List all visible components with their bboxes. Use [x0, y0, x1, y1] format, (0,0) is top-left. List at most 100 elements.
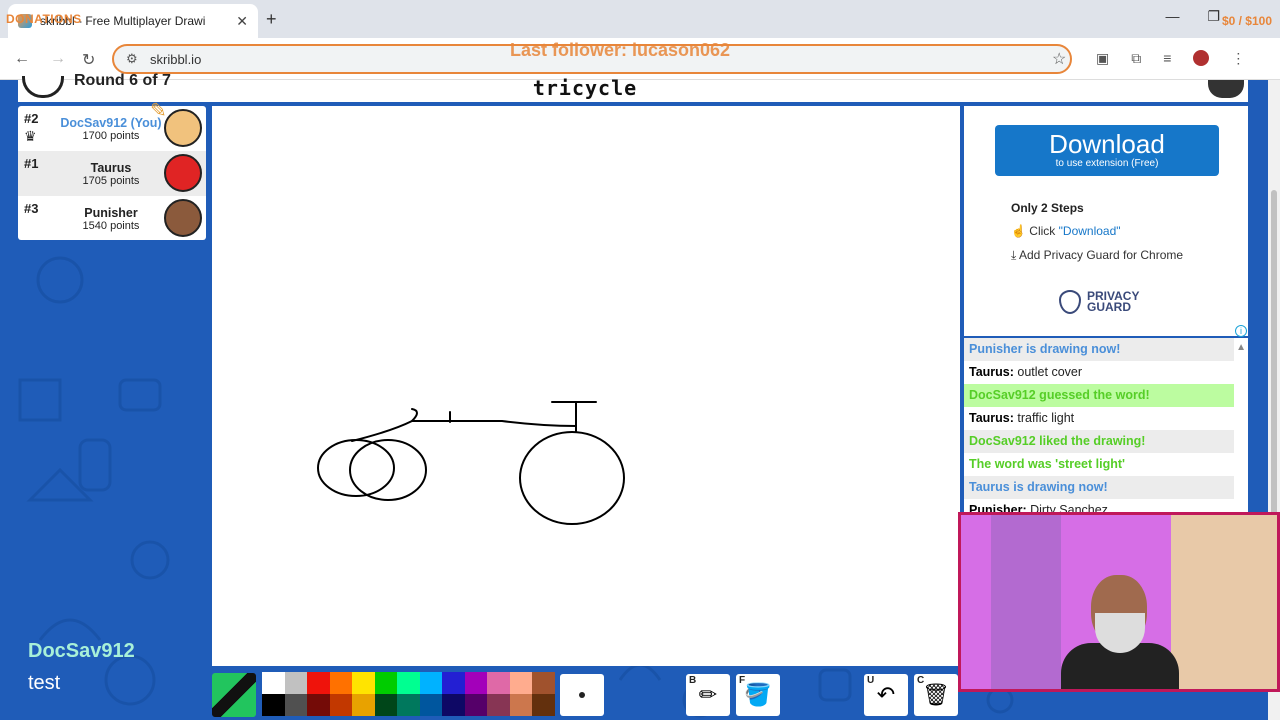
window-controls: — ❐ [1165, 8, 1220, 25]
color-swatch[interactable] [464, 694, 487, 716]
chat-text: traffic light [1013, 411, 1075, 425]
color-swatch[interactable] [397, 672, 420, 694]
player-name: Taurus [90, 160, 132, 175]
download-sublabel: to use extension (Free) [1055, 158, 1159, 169]
color-swatch[interactable] [284, 672, 307, 694]
color-swatch[interactable] [374, 672, 397, 694]
url-text: skribbl.io [150, 52, 202, 67]
player-points: 1700 points [82, 129, 140, 142]
brush-size-dot [579, 692, 585, 698]
trash-icon: 🗑 [922, 682, 950, 707]
color-swatch[interactable] [464, 672, 487, 694]
click-icon: ☝ [1011, 224, 1026, 238]
color-swatch[interactable] [532, 694, 555, 716]
current-color-preview[interactable] [212, 673, 256, 717]
player-points: 1540 points [82, 219, 140, 232]
chat-message: Taurus: traffic light [964, 407, 1234, 430]
chat-text: DocSav912 guessed the word! [969, 388, 1150, 402]
drawing-toolbar: B ✏ F 🪣 U ↶ C 🗑 [212, 672, 958, 718]
color-swatch[interactable] [329, 672, 352, 694]
color-swatch[interactable] [487, 694, 510, 716]
donations-overlay: DONATIONS [6, 12, 82, 26]
color-swatch[interactable] [329, 694, 352, 716]
drawing-canvas[interactable] [212, 106, 960, 666]
chat-log: ▲ Punisher is drawing now! Taurus: outlet… [964, 338, 1248, 514]
color-swatch[interactable] [419, 694, 442, 716]
webcam-overlay [958, 512, 1280, 692]
extension-icons: ▣ ⧉ ≡ ⋮ [1096, 50, 1245, 67]
color-swatch[interactable] [509, 672, 532, 694]
chat-text: Punisher is drawing now! [969, 342, 1121, 356]
chat-author: Taurus: [969, 411, 1014, 425]
donation-goal-overlay: $0 / $100 [1221, 14, 1272, 28]
profile-avatar-icon[interactable] [1193, 50, 1210, 66]
player-row: #3 Punisher 1540 points [18, 196, 206, 241]
step-2: ⤓ Add Privacy Guard for Chrome [1011, 248, 1183, 263]
shield-icon [1059, 290, 1081, 314]
step-2-text: Add Privacy Guard for Chrome [1018, 248, 1184, 262]
color-swatch[interactable] [532, 672, 555, 694]
chat-text: outlet cover [1013, 365, 1083, 379]
color-swatch[interactable] [397, 694, 420, 716]
download-button[interactable]: Download to use extension (Free) [995, 125, 1219, 176]
chat-text: DocSav912 liked the drawing! [969, 434, 1146, 448]
color-swatch[interactable] [442, 672, 465, 694]
player-avatar [164, 154, 202, 192]
privacy-guard-logo: PRIVACY GUARD [1059, 290, 1139, 314]
color-swatch[interactable] [442, 694, 465, 716]
player-rank: #1 [24, 156, 39, 171]
brush-tool-button[interactable]: B ✏ [686, 674, 730, 716]
chat-scroll-up-icon[interactable]: ▲ [1236, 342, 1246, 353]
download-label: Download [1049, 129, 1165, 159]
bookmark-star-icon[interactable]: ☆ [1052, 49, 1066, 69]
new-tab-icon[interactable]: + [266, 9, 277, 30]
color-swatch[interactable] [352, 694, 375, 716]
chat-text: The word was 'street light' [969, 457, 1125, 471]
color-swatch[interactable] [487, 672, 510, 694]
extension-icon[interactable]: ▣ [1096, 50, 1109, 67]
stream-chat-message: test [28, 672, 61, 694]
stream-chat-name: DocSav912 [28, 640, 135, 662]
site-info-icon[interactable]: ⚙ [126, 51, 138, 67]
forward-icon[interactable]: → [50, 50, 66, 68]
reload-icon[interactable]: ↻ [82, 50, 95, 70]
color-swatch[interactable] [284, 694, 307, 716]
player-avatar [164, 199, 202, 237]
player-points: 1705 points [82, 174, 140, 187]
player-rank: #2 [24, 111, 39, 126]
back-icon[interactable]: ← [14, 50, 30, 68]
maximize-icon[interactable]: ❐ [1207, 8, 1220, 25]
clear-hotkey: C [917, 675, 925, 686]
undo-button[interactable]: U ↶ [864, 674, 908, 716]
streamer-figure [1061, 565, 1181, 689]
color-swatch[interactable] [307, 694, 330, 716]
step-1: ☝ Click "Download" [1011, 224, 1121, 238]
chat-message: DocSav912 guessed the word! [964, 384, 1234, 407]
color-swatch[interactable] [262, 694, 285, 716]
color-swatch[interactable] [262, 672, 285, 694]
color-swatch[interactable] [307, 672, 330, 694]
chat-message: Taurus is drawing now! [964, 476, 1234, 499]
menu-dots-icon[interactable]: ⋮ [1231, 50, 1245, 67]
steps-title: Only 2 Steps [1011, 201, 1084, 215]
minimize-icon[interactable]: — [1165, 8, 1179, 25]
clear-button[interactable]: C 🗑 [914, 674, 958, 716]
step-1-link[interactable]: "Download" [1059, 224, 1121, 238]
brush-size-button[interactable] [560, 674, 604, 716]
player-avatar [164, 109, 202, 147]
fill-bucket-icon: 🪣 [744, 682, 772, 707]
brush-hotkey: B [689, 675, 697, 686]
fill-tool-button[interactable]: F 🪣 [736, 674, 780, 716]
player-rank: #3 [24, 201, 39, 216]
media-icon[interactable]: ≡ [1163, 50, 1171, 67]
ad-info-icon[interactable]: i [1235, 325, 1247, 337]
color-swatch[interactable] [419, 672, 442, 694]
color-swatch[interactable] [374, 694, 397, 716]
color-swatch[interactable] [352, 672, 375, 694]
ad-panel: Download to use extension (Free) Only 2 … [964, 106, 1248, 336]
color-swatch[interactable] [509, 694, 532, 716]
puzzle-icon[interactable]: ⧉ [1131, 50, 1141, 67]
chat-text: Taurus is drawing now! [969, 480, 1108, 494]
fill-hotkey: F [739, 675, 746, 686]
close-tab-icon[interactable]: ✕ [236, 13, 248, 30]
